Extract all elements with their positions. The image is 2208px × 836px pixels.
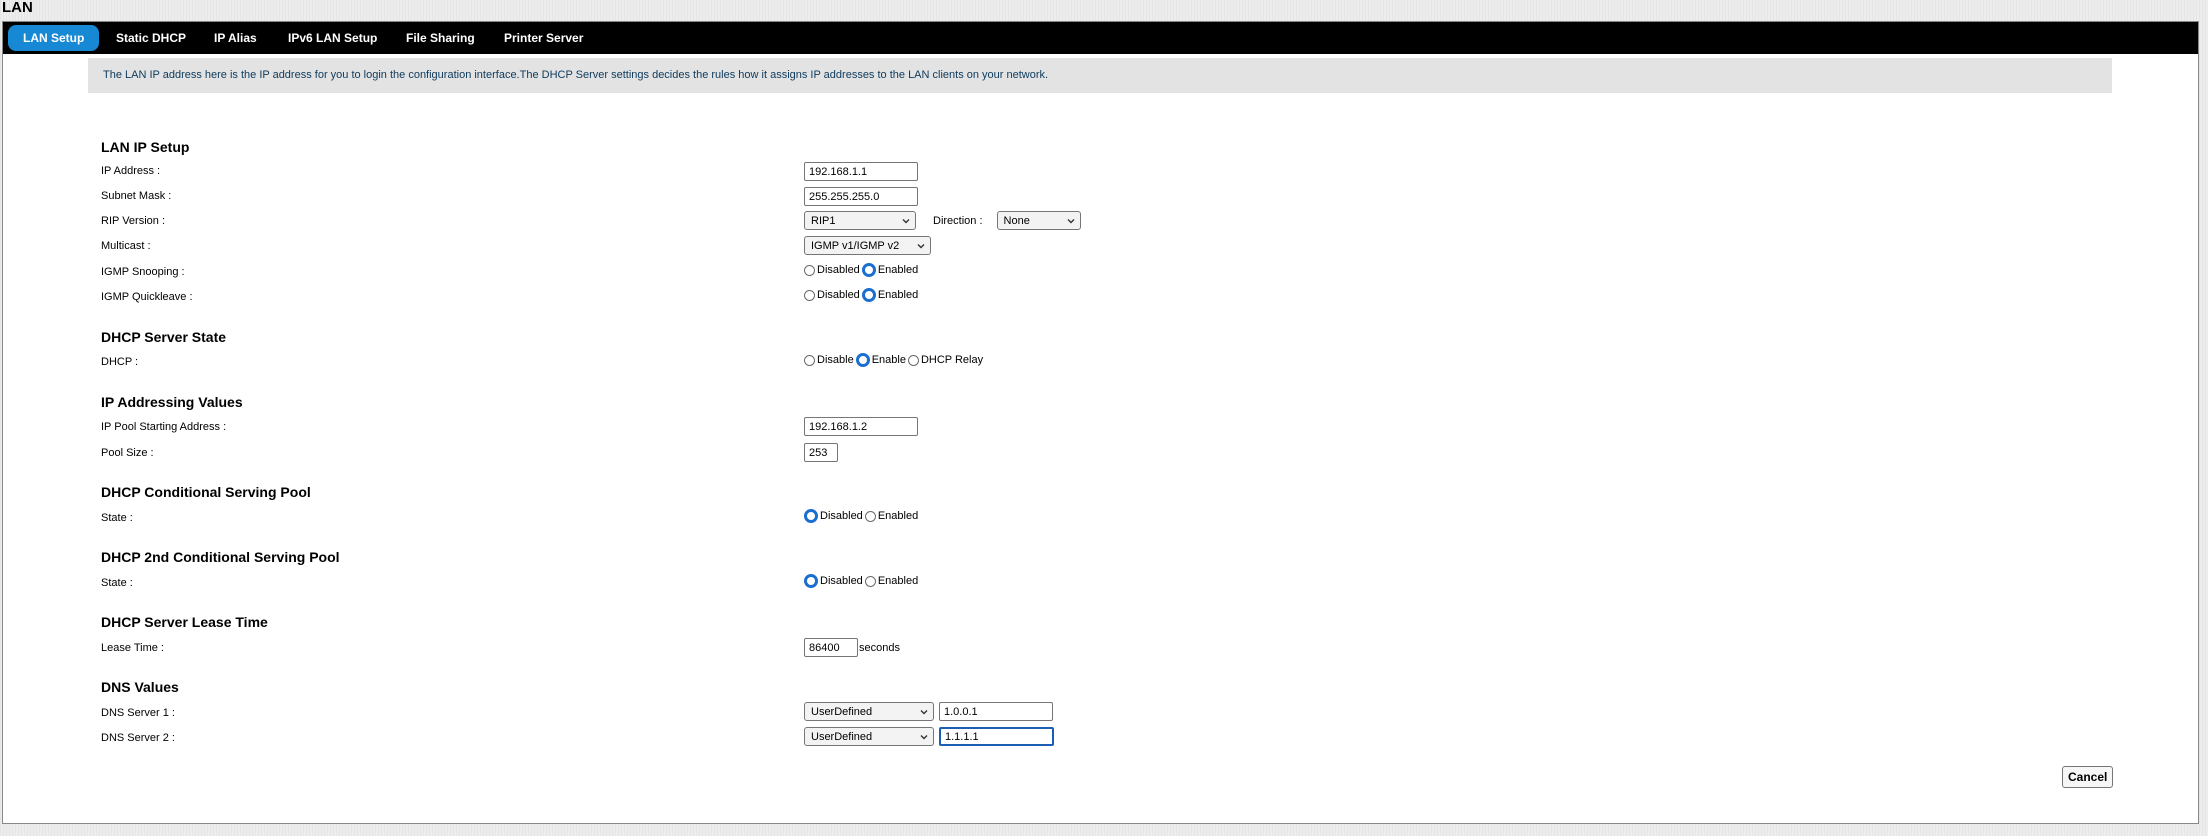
dhcp-enable-radio[interactable]	[855, 353, 870, 367]
tab-printer-server[interactable]: Printer Server	[504, 25, 583, 51]
dhcp-label: DHCP :	[101, 356, 139, 368]
chevron-down-icon	[902, 218, 910, 223]
tab-bar: LAN Setup Static DHCP IP Alias IPv6 LAN …	[3, 22, 2198, 54]
section-ip-addressing: IP Addressing Values	[101, 394, 243, 410]
chevron-down-icon	[920, 709, 928, 714]
ip-address-input[interactable]	[804, 162, 918, 181]
subnet-mask-label: Subnet Mask :	[101, 190, 172, 202]
page-title: LAN	[2, 0, 33, 16]
second-pool-enabled-radio[interactable]	[864, 575, 876, 587]
dns2-mode-value: UserDefined	[811, 730, 873, 743]
tab-lan-setup[interactable]: LAN Setup	[8, 25, 100, 51]
cancel-button[interactable]: Cancel	[2062, 766, 2114, 788]
section-second-conditional-pool: DHCP 2nd Conditional Serving Pool	[101, 549, 340, 565]
igmp-quickleave-disabled-radio[interactable]	[804, 289, 815, 301]
section-dhcp-server-state: DHCP Server State	[101, 329, 227, 345]
conditional-pool-enabled-radio[interactable]	[864, 510, 876, 522]
ip-address-label: IP Address :	[101, 165, 161, 177]
section-lease-time: DHCP Server Lease Time	[101, 614, 268, 630]
direction-value: None	[1003, 214, 1030, 227]
dhcp-disable-label: Disable	[817, 354, 854, 366]
igmp-quickleave-enabled-radio[interactable]	[861, 288, 876, 302]
igmp-snooping-disabled-radio[interactable]	[804, 264, 815, 276]
second-pool-disabled-radio[interactable]	[804, 574, 818, 588]
dns2-input[interactable]	[939, 727, 1054, 746]
pool-size-input[interactable]	[804, 443, 838, 462]
igmp-snooping-label: IGMP Snooping :	[101, 266, 185, 278]
dhcp-relay-radio[interactable]	[907, 354, 919, 366]
dhcp-disable-radio[interactable]	[804, 354, 815, 366]
conditional-pool-disabled-label: Disabled	[820, 510, 863, 522]
section-conditional-pool: DHCP Conditional Serving Pool	[101, 484, 311, 500]
conditional-pool-enabled-label: Enabled	[877, 510, 919, 522]
direction-select[interactable]: None	[996, 211, 1081, 230]
dhcp-enable-label: Enable	[871, 354, 906, 366]
direction-label: Direction :	[933, 214, 983, 227]
igmp-quickleave-enabled-label: Enabled	[877, 289, 919, 301]
chevron-down-icon	[920, 734, 928, 739]
conditional-pool-disabled-radio[interactable]	[804, 509, 818, 523]
lease-time-input[interactable]	[804, 638, 858, 657]
second-pool-state-label: State :	[101, 577, 133, 589]
lease-time-label: Lease Time :	[101, 642, 164, 654]
igmp-quickleave-label: IGMP Quickleave :	[101, 291, 193, 303]
multicast-select[interactable]: IGMP v1/IGMP v2	[804, 236, 931, 255]
dns2-mode-select[interactable]: UserDefined	[804, 727, 934, 746]
dns1-mode-select[interactable]: UserDefined	[804, 702, 934, 721]
second-pool-disabled-label: Disabled	[820, 575, 863, 587]
pool-size-label: Pool Size :	[101, 447, 154, 459]
tab-ipv6-lan-setup[interactable]: IPv6 LAN Setup	[288, 25, 377, 51]
pool-start-label: IP Pool Starting Address :	[101, 421, 227, 433]
rip-version-value: RIP1	[811, 214, 836, 227]
conditional-pool-state-label: State :	[101, 512, 133, 524]
dns1-input[interactable]	[939, 702, 1053, 721]
igmp-snooping-disabled-label: Disabled	[817, 264, 860, 276]
rip-version-label: RIP Version :	[101, 215, 165, 227]
dhcp-relay-label: DHCP Relay	[920, 354, 984, 366]
igmp-quickleave-disabled-label: Disabled	[817, 289, 860, 301]
chevron-down-icon	[1067, 218, 1075, 223]
chevron-down-icon	[917, 243, 925, 248]
section-lan-ip-setup: LAN IP Setup	[101, 139, 190, 155]
dns1-label: DNS Server 1 :	[101, 707, 175, 719]
tab-file-sharing[interactable]: File Sharing	[406, 25, 475, 51]
dns2-label: DNS Server 2 :	[101, 732, 175, 744]
multicast-value: IGMP v1/IGMP v2	[811, 239, 900, 252]
intro-text: The LAN IP address here is the IP addres…	[88, 58, 2112, 93]
multicast-label: Multicast :	[101, 240, 151, 252]
dns1-mode-value: UserDefined	[811, 705, 873, 718]
lease-unit-label: seconds	[859, 641, 900, 654]
igmp-snooping-enabled-label: Enabled	[877, 264, 919, 276]
section-dns-values: DNS Values	[101, 679, 179, 695]
second-pool-enabled-label: Enabled	[877, 575, 919, 587]
tab-ip-alias[interactable]: IP Alias	[214, 25, 257, 51]
igmp-snooping-enabled-radio[interactable]	[861, 263, 876, 277]
lan-frame: LAN Setup Static DHCP IP Alias IPv6 LAN …	[2, 21, 2199, 824]
pool-start-input[interactable]	[804, 417, 918, 436]
tab-static-dhcp[interactable]: Static DHCP	[116, 25, 186, 51]
rip-version-select[interactable]: RIP1	[804, 211, 916, 230]
subnet-mask-input[interactable]	[804, 187, 918, 206]
